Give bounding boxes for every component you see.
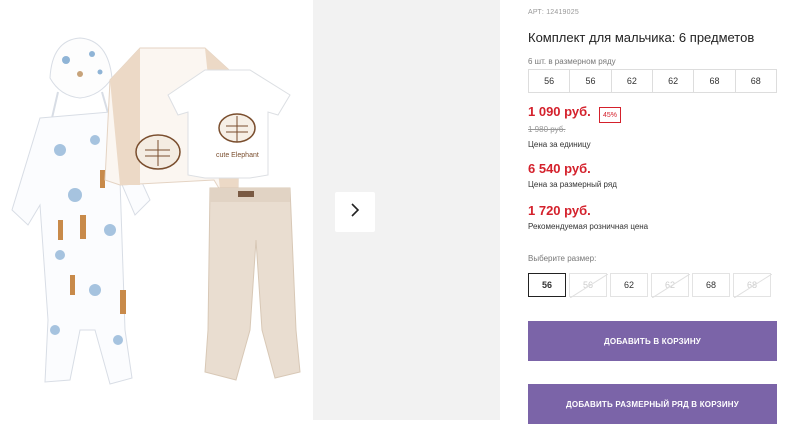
size-row-cell: 56 (529, 70, 571, 92)
size-row-cell: 68 (694, 70, 736, 92)
discount-badge: 45% (599, 107, 622, 123)
strike-through-icon (652, 274, 690, 298)
size-row-table: 56 56 62 62 68 68 (528, 69, 777, 93)
unit-price-caption: Цена за единицу (528, 140, 591, 149)
row-price: 6 540 руб. (528, 161, 591, 176)
footed-pants (204, 187, 301, 381)
strike-through-icon (570, 274, 608, 298)
size-option-68[interactable]: 68 (692, 273, 730, 297)
retail-price: 1 720 руб. (528, 203, 591, 218)
size-selector: 56 56 62 62 68 68 (528, 273, 777, 298)
old-price: 1 980 руб. (528, 125, 566, 134)
size-option-62[interactable]: 62 (610, 273, 648, 297)
add-to-cart-button[interactable]: ДОБАВИТЬ В КОРЗИНУ (528, 321, 777, 361)
size-option-56[interactable]: 56 (528, 273, 566, 297)
choose-size-label: Выберите размер: (528, 254, 597, 263)
retail-price-caption: Рекомендуемая розничная цена (528, 222, 649, 231)
bonnet (49, 37, 113, 121)
bodysuit-print-text: cute Elephant (216, 152, 259, 159)
quantity-in-row: 6 шт. в размерном ряду (528, 57, 616, 66)
size-option-label: 56 (541, 280, 552, 290)
add-size-row-to-cart-button[interactable]: ДОБАВИТЬ РАЗМЕРНЫЙ РЯД В КОРЗИНУ (528, 384, 777, 424)
product-image[interactable]: cute Elephant (0, 0, 312, 432)
size-option-56-unavailable: 56 (569, 273, 608, 298)
baby-clothes-set-image: cute Elephant (11, 37, 301, 385)
size-option-label: 68 (705, 280, 716, 290)
article-number: АРТ: 12419025 (528, 9, 579, 16)
size-row-cell: 56 (570, 70, 612, 92)
row-price-caption: Цена за размерный ряд (528, 180, 617, 189)
size-row-cell: 62 (612, 70, 653, 92)
gallery-next-button[interactable] (335, 192, 375, 232)
product-title: Комплект для мальчика: 6 предметов (528, 30, 755, 45)
strike-through-icon (734, 274, 772, 298)
size-option-label: 62 (623, 280, 634, 290)
size-option-62-unavailable: 62 (651, 273, 690, 298)
size-row-cell: 62 (653, 70, 695, 92)
chevron-right-icon (349, 202, 361, 223)
size-row-cell: 68 (750, 76, 761, 86)
size-option-68-unavailable: 68 (733, 273, 772, 298)
unit-price: 1 090 руб. (528, 104, 591, 119)
